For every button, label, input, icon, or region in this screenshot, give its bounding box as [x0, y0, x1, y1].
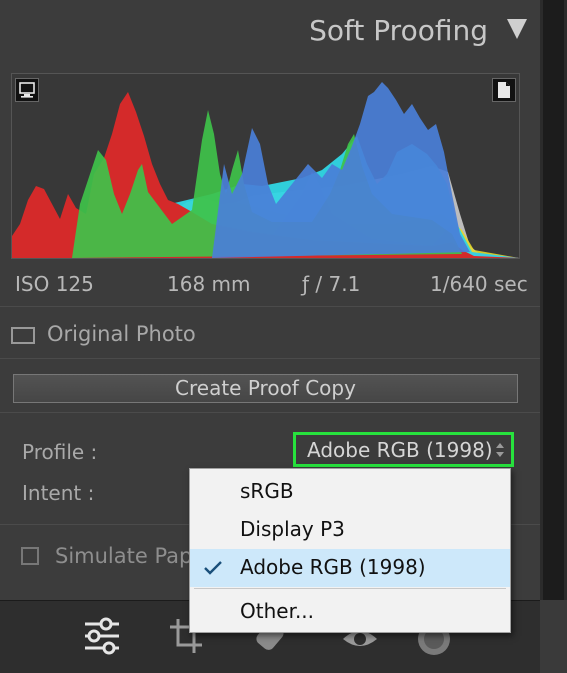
- exif-focal-length: 168 mm: [167, 272, 251, 296]
- profile-label: Profile :: [22, 440, 98, 464]
- menu-item-label: Other...: [240, 599, 315, 623]
- page-warning-icon: [498, 82, 510, 98]
- scrollbar-thumb[interactable]: [543, 0, 564, 600]
- original-photo-icon[interactable]: [11, 327, 35, 344]
- divider: [0, 306, 540, 307]
- highlight-clipping-page-icon[interactable]: [492, 78, 516, 102]
- create-proof-copy-button[interactable]: Create Proof Copy: [13, 374, 518, 403]
- menu-item-display-p3[interactable]: Display P3: [190, 511, 510, 549]
- divider: [0, 358, 540, 359]
- histogram[interactable]: [11, 73, 520, 259]
- profile-selected-value: Adobe RGB (1998): [307, 438, 493, 462]
- menu-separator: [194, 588, 506, 589]
- simulate-paper-ink-checkbox[interactable]: [21, 547, 39, 565]
- stepper-arrows-icon: [496, 443, 504, 457]
- sliders-icon[interactable]: [82, 615, 122, 657]
- collapse-triangle-icon[interactable]: [507, 19, 527, 39]
- menu-item-adobe-rgb[interactable]: Adobe RGB (1998): [190, 549, 510, 587]
- checkmark-icon: [204, 561, 222, 575]
- histogram-graph: [12, 82, 519, 258]
- intent-label: Intent :: [22, 481, 95, 505]
- panel-title: Soft Proofing: [309, 14, 488, 47]
- divider: [0, 412, 540, 413]
- monitor-icon: [19, 82, 35, 98]
- shadow-clipping-monitor-icon[interactable]: [15, 78, 39, 102]
- menu-item-label: Adobe RGB (1998): [240, 555, 426, 579]
- profile-select[interactable]: Adobe RGB (1998): [293, 432, 514, 467]
- panel-header[interactable]: Soft Proofing: [0, 0, 540, 62]
- exif-iso: ISO 125: [15, 272, 94, 296]
- panel-scrollbar[interactable]: [540, 0, 567, 600]
- menu-item-label: Display P3: [240, 517, 345, 541]
- menu-item-srgb[interactable]: sRGB: [190, 473, 510, 511]
- profile-dropdown-menu: sRGB Display P3 Adobe RGB (1998) Other..…: [189, 468, 511, 633]
- menu-item-other[interactable]: Other...: [190, 593, 510, 631]
- exif-aperture: ƒ / 7.1: [302, 272, 361, 296]
- original-photo-label[interactable]: Original Photo: [47, 322, 196, 346]
- exif-shutter: 1/640 sec: [430, 272, 528, 296]
- menu-item-label: sRGB: [240, 479, 294, 503]
